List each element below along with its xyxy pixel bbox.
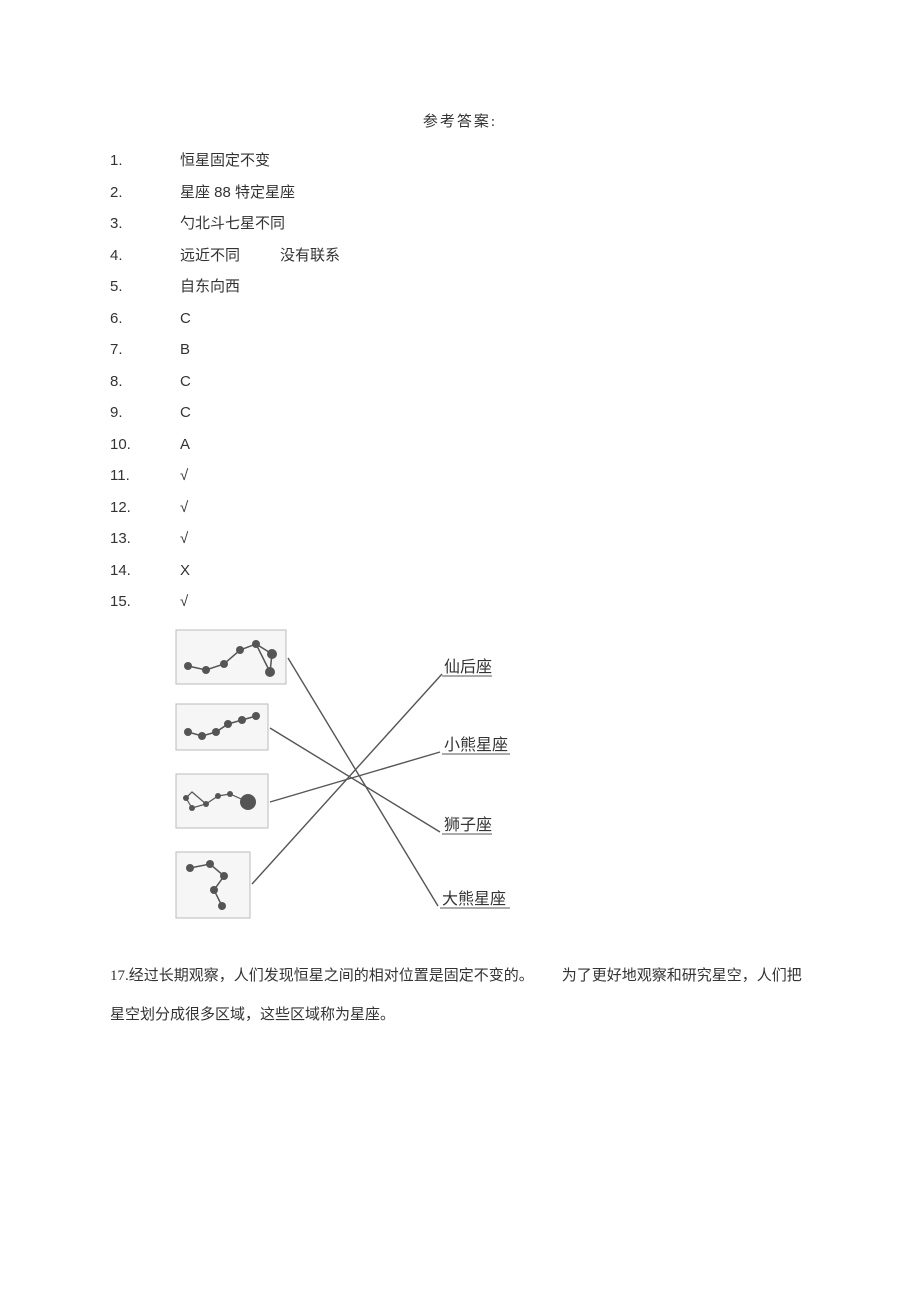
constellation-box-1 [176, 630, 286, 684]
answer-value: A [180, 429, 190, 461]
answer-value: 远近不同 没有联系 [180, 240, 340, 272]
constellation-label: 狮子座 [444, 816, 492, 834]
answer-number: 4. [110, 240, 180, 272]
answer-number: 2. [110, 177, 180, 209]
answer-number: 3. [110, 208, 180, 240]
question-17-paragraph: 17.经过长期观察，人们发现恒星之间的相对位置是固定不变的。为了更好地观察和研究… [110, 957, 810, 1035]
answer-value: 自东向西 [180, 271, 240, 303]
document-page: 参考答案: 1. 恒星固定不变 2. 星座 88 特定星座 3. 勺北斗七星不同… [0, 0, 920, 1115]
page-title: 参考答案: [110, 110, 810, 131]
answer-value: √ [180, 492, 188, 524]
answer-number: 15. [110, 586, 180, 618]
answer-row: 10. A [110, 429, 810, 461]
match-line [270, 752, 440, 802]
paragraph-text: 17.经过长期观察，人们发现恒星之间的相对位置是固定不变的。 [110, 968, 534, 984]
constellation-box-4 [176, 852, 250, 918]
answer-row: 6. C [110, 303, 810, 335]
answer-list: 1. 恒星固定不变 2. 星座 88 特定星座 3. 勺北斗七星不同 4. 远近… [110, 145, 810, 618]
answer-value: 勺北斗七星不同 [180, 208, 285, 240]
answer-row: 14. X [110, 555, 810, 587]
constellation-matching-svg: 仙后座 小熊星座 狮子座 大熊星座 [170, 624, 530, 934]
answer-number: 5. [110, 271, 180, 303]
answer-row: 13. √ [110, 523, 810, 555]
answer-value: C [180, 303, 191, 335]
answer-row: 12. √ [110, 492, 810, 524]
match-line [252, 674, 442, 884]
answer-value: C [180, 397, 191, 429]
answer-value-part: 没有联系 [280, 247, 340, 264]
answer-number: 1. [110, 145, 180, 177]
answer-value: √ [180, 460, 188, 492]
constellation-label: 大熊星座 [442, 890, 506, 908]
answer-value: X [180, 555, 190, 587]
answer-number: 11. [110, 460, 180, 492]
match-line [288, 658, 438, 906]
answer-number: 9. [110, 397, 180, 429]
answer-row: 9. C [110, 397, 810, 429]
match-line [270, 728, 440, 832]
answer-number: 6. [110, 303, 180, 335]
answer-value: B [180, 334, 190, 366]
constellation-box-2 [176, 704, 268, 750]
answer-number: 12. [110, 492, 180, 524]
answer-number: 8. [110, 366, 180, 398]
answer-row: 2. 星座 88 特定星座 [110, 177, 810, 209]
answer-row: 15. √ [110, 586, 810, 618]
answer-number: 14. [110, 555, 180, 587]
answer-value: 恒星固定不变 [180, 145, 270, 177]
constellation-label: 仙后座 [444, 658, 492, 676]
answer-value-part: 远近不同 [180, 247, 240, 264]
answer-value: C [180, 366, 191, 398]
answer-number: 13. [110, 523, 180, 555]
answer-row: 5. 自东向西 [110, 271, 810, 303]
answer-number: 7. [110, 334, 180, 366]
matching-diagram: 仙后座 小熊星座 狮子座 大熊星座 [170, 624, 810, 939]
answer-value: √ [180, 523, 188, 555]
answer-row: 8. C [110, 366, 810, 398]
answer-row: 7. B [110, 334, 810, 366]
answer-value: √ [180, 586, 188, 618]
constellation-label: 小熊星座 [444, 736, 508, 754]
answer-row: 11. √ [110, 460, 810, 492]
answer-value: 星座 88 特定星座 [180, 177, 295, 209]
constellation-box-3 [176, 774, 268, 828]
answer-row: 4. 远近不同 没有联系 [110, 240, 810, 272]
answer-row: 1. 恒星固定不变 [110, 145, 810, 177]
answer-row: 3. 勺北斗七星不同 [110, 208, 810, 240]
answer-number: 10. [110, 429, 180, 461]
